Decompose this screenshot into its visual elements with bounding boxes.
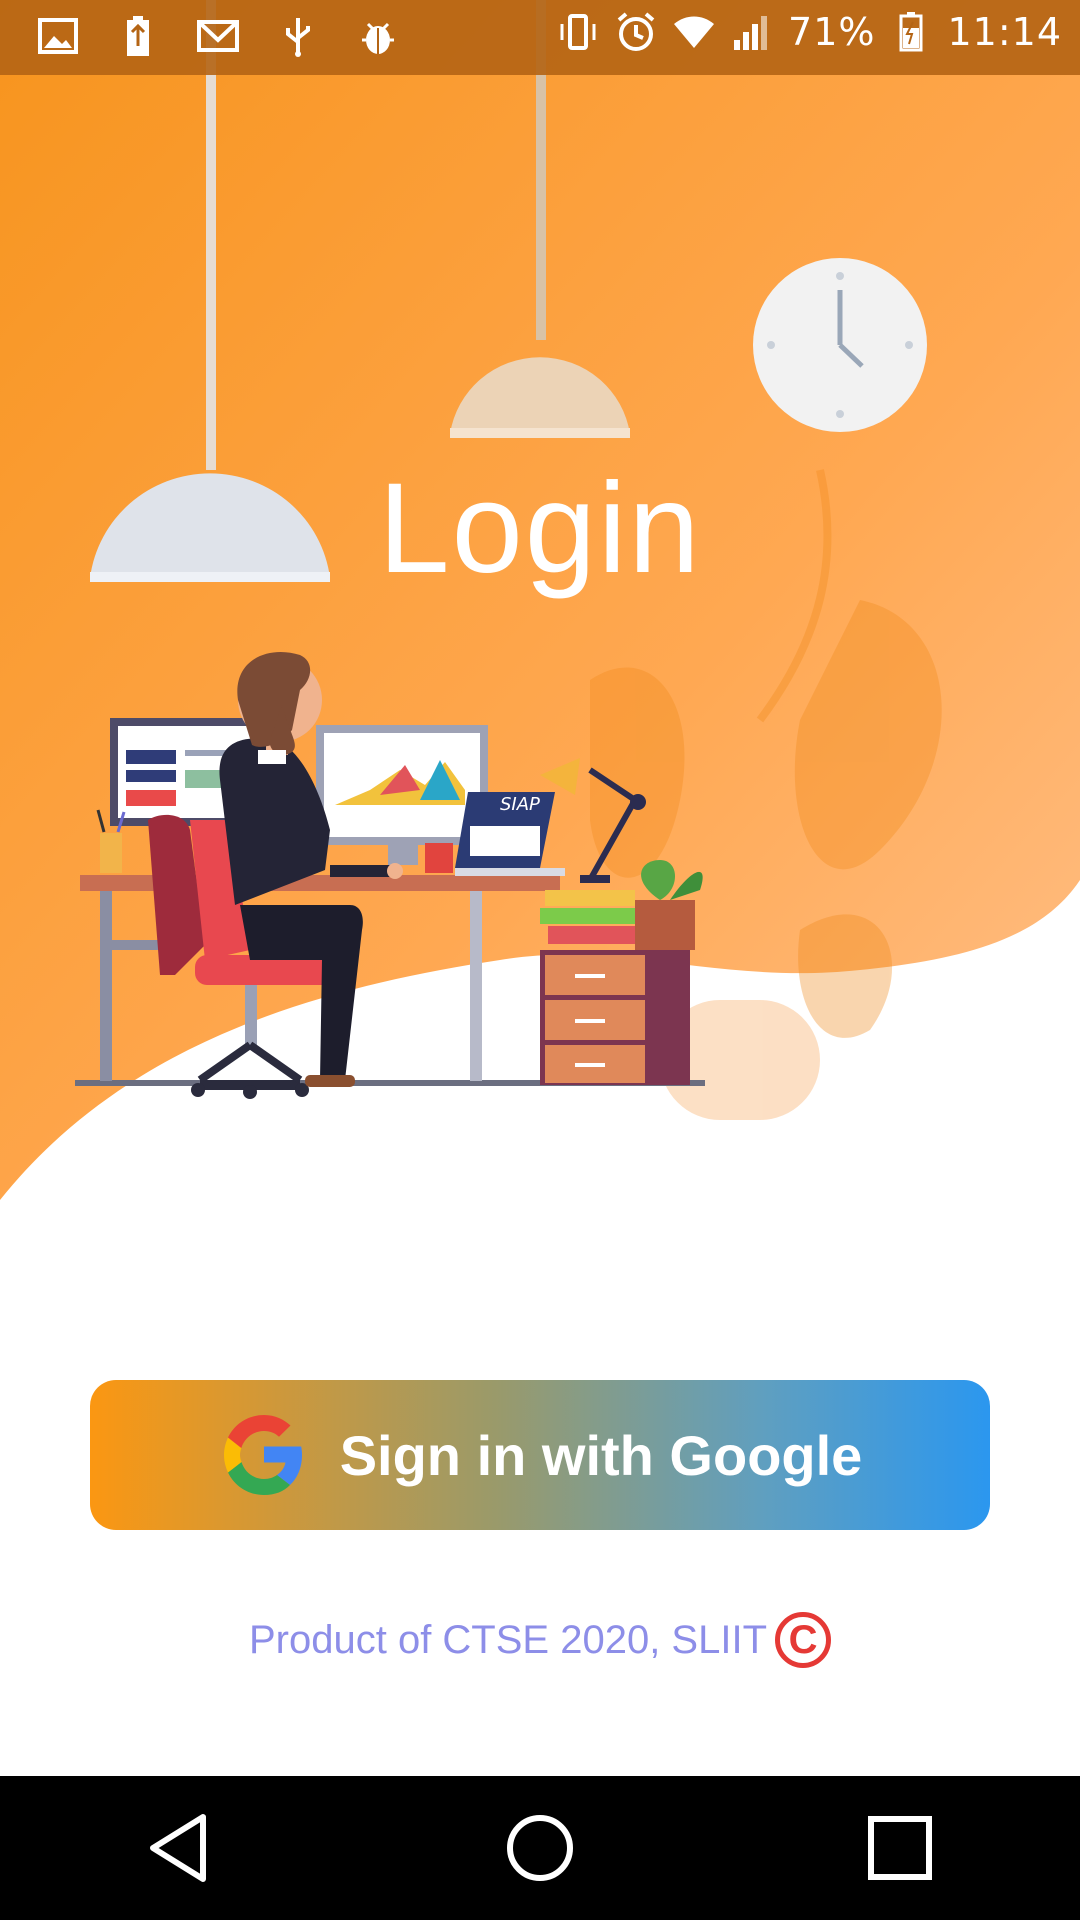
battery-percent: 71%: [788, 10, 876, 54]
image-icon: [36, 14, 80, 58]
navigation-bar: [0, 1776, 1080, 1920]
footer: Product of CTSE 2020, SLIIT C: [0, 1612, 1080, 1668]
battery-usb-icon: [116, 14, 160, 58]
debug-bug-icon: [356, 14, 400, 58]
vibrate-icon: [556, 10, 600, 54]
battery-charging-icon: [889, 10, 933, 54]
signal-icon: [730, 10, 774, 54]
usb-icon: [276, 14, 320, 58]
siap-badge: SIAP: [500, 794, 540, 815]
footer-text: Product of CTSE 2020, SLIIT: [248, 1617, 768, 1662]
alarm-icon: [614, 10, 658, 54]
sign-in-button-label: Sign in with Google: [339, 1423, 863, 1487]
office-desk-illustration: SIAP: [0, 0, 1080, 1200]
recents-button[interactable]: [855, 1803, 945, 1893]
status-bar-system: 71% 11:14: [556, 10, 1062, 54]
hero-illustration: SIAP: [0, 0, 1080, 1220]
back-button[interactable]: [135, 1803, 225, 1893]
home-icon: [507, 1815, 573, 1881]
status-bar: 71% 11:14: [0, 0, 1080, 75]
wifi-icon: [672, 10, 716, 54]
home-button[interactable]: [495, 1803, 585, 1893]
page-title: Login: [378, 457, 702, 600]
google-g-icon: [218, 1409, 310, 1501]
copyright-icon: C: [775, 1612, 832, 1668]
status-time: 11:14: [947, 10, 1062, 54]
recents-icon: [868, 1816, 932, 1880]
back-icon: [150, 1814, 206, 1882]
gmail-icon: [196, 14, 240, 58]
status-bar-notifications: [36, 14, 400, 58]
sign-in-with-google-button[interactable]: Sign in with Google: [90, 1380, 990, 1530]
